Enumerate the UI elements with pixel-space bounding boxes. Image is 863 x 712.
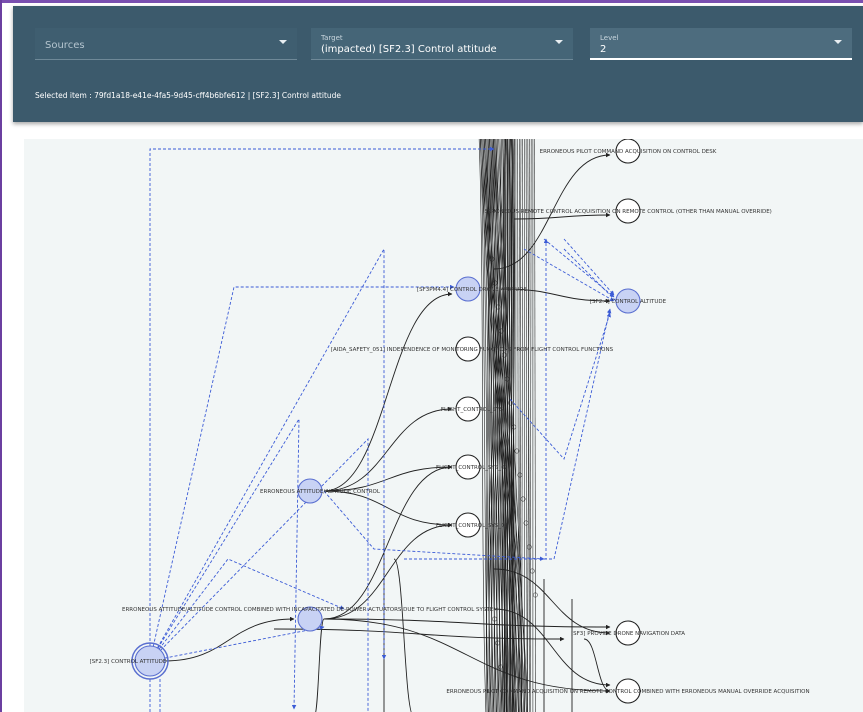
target-label: Target bbox=[321, 34, 343, 42]
level-value: 2 bbox=[600, 44, 607, 55]
chevron-down-icon[interactable] bbox=[834, 40, 842, 44]
graph-node-err-att[interactable]: ERRONEOUS ATTITUDE/ALTITUDE CONTROL bbox=[260, 478, 381, 504]
solid-edges bbox=[163, 152, 611, 712]
graph-node-label: [SF2.4] CONTROL ALTITUDE bbox=[590, 299, 667, 305]
window-frame-left bbox=[0, 0, 2, 712]
graph-node-label: FLIGHT_CONTROL_SYS_03 bbox=[436, 523, 509, 529]
graph-node-aida[interactable]: [AIDA_SAFETY_051] INDEPENDENCE OF MONITO… bbox=[331, 336, 614, 362]
graph-node-sf23[interactable]: [SF2.3] CONTROL ATTITUDE bbox=[90, 642, 169, 680]
dependency-graph[interactable]: ERRONEOUS PILOT COMMAND ACQUISITION ON C… bbox=[24, 139, 863, 712]
graph-node-remote-control[interactable]: ERRONEOUS REMOTE CONTROL ACQUISITION ON … bbox=[484, 198, 772, 224]
sources-placeholder: Sources bbox=[45, 40, 85, 51]
graph-node-erroneous-combined[interactable]: ERRONEOUS ATTITUDE/ALTITUDE CONTROL COMB… bbox=[122, 606, 498, 632]
level-select[interactable]: Level 2 bbox=[590, 28, 852, 60]
selected-item-text: Selected item : 79fd1a18-e41e-4fa5-9d45-… bbox=[35, 91, 342, 100]
graph-node-label: ERRONEOUS ATTITUDE/ALTITUDE CONTROL bbox=[260, 489, 381, 495]
level-label: Level bbox=[600, 34, 619, 42]
sources-underline bbox=[35, 59, 297, 60]
dashed-edges bbox=[149, 146, 625, 712]
graph-node-label: FLIGHT_CONTROL_SYS bbox=[441, 407, 504, 413]
window-frame-top bbox=[0, 0, 863, 3]
graph-node-control-drone[interactable]: [SF3PM4.4] CONTROL DRONE ATTITUDE bbox=[417, 276, 528, 302]
graph-node-control-desk[interactable]: ERRONEOUS PILOT COMMAND ACQUISITION ON C… bbox=[540, 139, 717, 164]
sources-select[interactable]: Sources bbox=[35, 28, 297, 60]
graph-node-label: [AIDA_SAFETY_051] INDEPENDENCE OF MONITO… bbox=[331, 347, 614, 353]
graph-node-label: [SF3PM4.4] CONTROL DRONE ATTITUDE bbox=[417, 287, 528, 293]
graph-nodes: ERRONEOUS PILOT COMMAND ACQUISITION ON C… bbox=[90, 139, 810, 704]
level-underline bbox=[590, 58, 852, 60]
filter-toolbar: Sources Target (impacted) [SF2.3] Contro… bbox=[13, 6, 863, 122]
graph-node-label: [SF3] PROVIDE DRONE NAVIGATION DATA bbox=[571, 631, 685, 637]
graph-node-label: ERRONEOUS ATTITUDE/ALTITUDE CONTROL COMB… bbox=[122, 607, 498, 613]
chevron-down-icon[interactable] bbox=[555, 40, 563, 44]
target-select[interactable]: Target (impacted) [SF2.3] Control attitu… bbox=[311, 28, 573, 60]
graph-node-label: ERRONEOUS REMOTE CONTROL ACQUISITION ON … bbox=[484, 209, 772, 215]
graph-node-label: FLIGHT_CONTROL_SYS_02 bbox=[436, 465, 508, 471]
target-value: (impacted) [SF2.3] Control attitude bbox=[321, 44, 497, 55]
graph-node-fc3[interactable]: FLIGHT_CONTROL_SYS_03 bbox=[436, 512, 509, 538]
graph-node-label: ERRONEOUS PILOT COMMAND ACQUISITION ON R… bbox=[446, 689, 809, 695]
graph-canvas[interactable]: ERRONEOUS PILOT COMMAND ACQUISITION ON C… bbox=[24, 139, 863, 712]
chevron-down-icon[interactable] bbox=[279, 40, 287, 44]
graph-node-sf24[interactable]: [SF2.4] CONTROL ALTITUDE bbox=[590, 288, 667, 314]
target-underline bbox=[311, 59, 573, 60]
graph-node-label: [SF2.3] CONTROL ATTITUDE bbox=[90, 659, 167, 665]
graph-node-label: ERRONEOUS PILOT COMMAND ACQUISITION ON C… bbox=[540, 149, 717, 155]
